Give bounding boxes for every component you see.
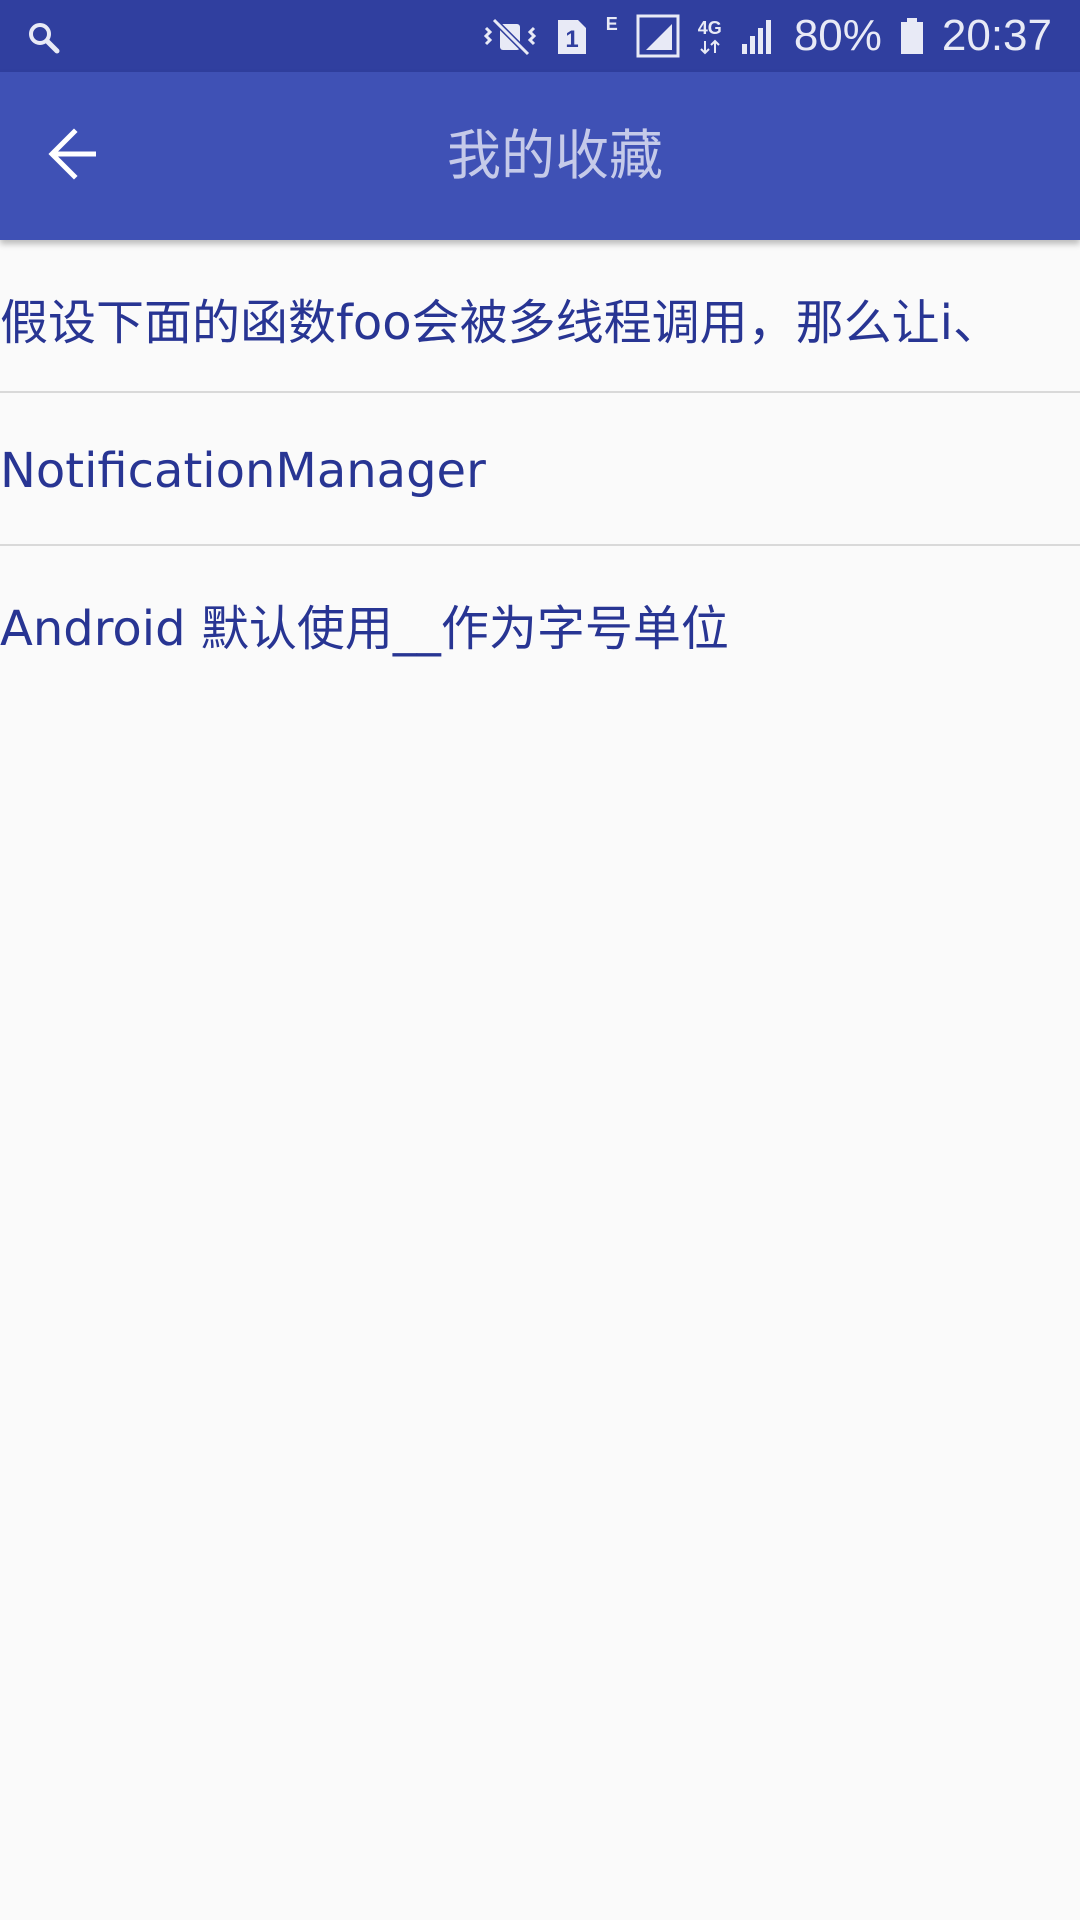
svg-text:1: 1 [565,26,578,53]
signal-sim2-icon [740,16,776,56]
network-type-label: E [605,13,618,34]
list-item-label: NotificationManager [0,442,486,499]
vibrate-mute-icon [482,16,538,56]
favorites-list: 假设下面的函数foo会被多线程调用，那么让i、 NotificationMana… [0,240,1080,697]
list-item-label: 假设下面的函数foo会被多线程调用，那么让i、 [0,294,1001,351]
back-button[interactable] [30,112,118,200]
list-item[interactable]: 假设下面的函数foo会被多线程调用，那么让i、 [0,240,1080,393]
clock: 20:37 [941,11,1052,60]
list-item-label: Android 默认使用__作为字号单位 [0,600,729,657]
status-bar: 1 E 4G 80% 20:37 [0,0,1080,72]
battery-percent: 80% [793,11,882,60]
edge-network-icon: E [606,14,618,59]
page-title: 我的收藏 [447,124,663,187]
app-bar: 我的收藏 [0,72,1080,240]
status-icons: 1 E 4G 80% 20:37 [482,0,1052,72]
4g-data-icon: 4G [698,18,722,55]
signal-sim1-icon [636,14,680,58]
list-item[interactable]: NotificationManager [0,393,1080,546]
sim1-icon: 1 [556,16,588,56]
arrow-left-icon [46,126,102,186]
search-icon [24,18,64,58]
data-type-label: 4G [697,17,722,38]
list-item[interactable]: Android 默认使用__作为字号单位 [0,546,1080,697]
battery-icon [900,16,924,56]
